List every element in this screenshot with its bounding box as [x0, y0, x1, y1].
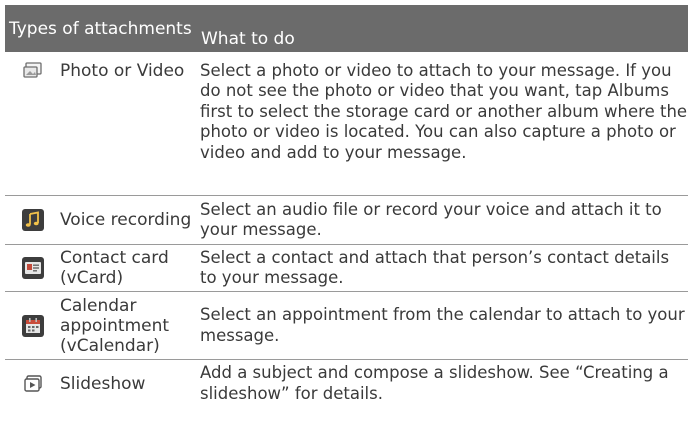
table-row: Calendar appointment (vCalendar) Select …: [5, 292, 688, 360]
desc-slideshow: Add a subject and compose a slideshow. S…: [200, 363, 669, 403]
albums-label: Albums: [607, 81, 669, 101]
header-what-to-do: What to do: [201, 28, 295, 49]
type-slideshow: Slideshow: [60, 373, 146, 394]
desc-photo-or-video: Select a photo or video to attach to you…: [200, 61, 688, 162]
desc-voice-recording: Select an audio file or record your voic…: [200, 199, 662, 239]
type-calendar-appointment: Calendar appointment (vCalendar): [60, 295, 170, 356]
table-row: Contact card (vCard) Select a contact an…: [5, 245, 688, 292]
desc-contact-card: Select a contact and attach that person’…: [200, 247, 670, 287]
type-voice-recording: Voice recording: [60, 210, 192, 230]
photo-video-icon: [22, 60, 44, 82]
desc-calendar-appointment: Select an appointment from the calendar …: [200, 305, 685, 345]
type-contact-card: Contact card (vCard): [60, 248, 169, 288]
table-row: Photo or Video Select a photo or video t…: [5, 52, 688, 196]
header-types-of-attachments: Types of attachments: [9, 18, 192, 39]
type-photo-or-video: Photo or Video: [60, 61, 185, 81]
contact-card-icon: [21, 257, 44, 279]
attachments-table: Types of attachments What to do Photo or…: [5, 5, 688, 407]
table-row: Voice recording Select an audio file or …: [5, 196, 688, 245]
table-row: Slideshow Add a subject and compose a sl…: [5, 360, 688, 407]
slideshow-icon: [22, 373, 44, 395]
table-header: Types of attachments What to do: [5, 5, 688, 52]
music-note-icon: [21, 209, 44, 231]
calendar-icon: [21, 314, 44, 337]
